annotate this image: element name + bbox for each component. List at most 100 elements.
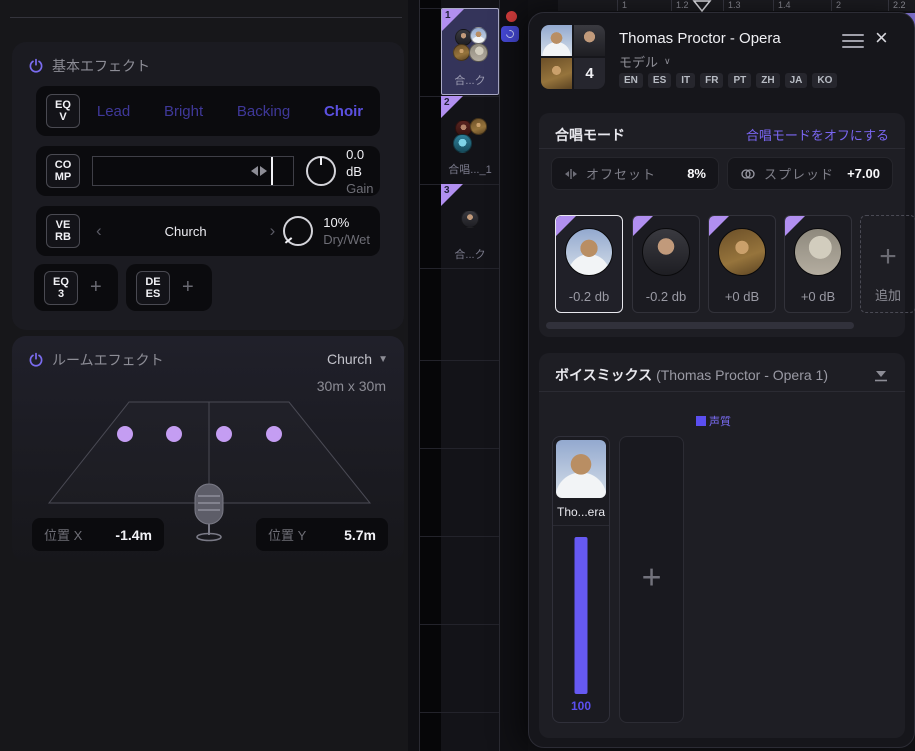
verb-badge: VE RB xyxy=(46,214,80,248)
avatar xyxy=(541,58,572,89)
model-dropdown[interactable]: モデル ∨ xyxy=(619,52,671,71)
divider xyxy=(539,148,905,149)
add-eq3-button[interactable]: EQ 3 + xyxy=(34,264,118,311)
clip-label: 合...ク xyxy=(441,246,499,262)
offset-label: オフセット xyxy=(586,164,679,183)
caret-down-icon: ▼ xyxy=(378,354,388,365)
clip-cell-1[interactable]: 1 合...ク xyxy=(441,8,499,95)
choir-mode-section: 合唱モード 合唱モードをオフにする オフセット 8% スプレッド +7.00 xyxy=(539,113,905,337)
gain-knob[interactable] xyxy=(306,156,336,186)
room-effect-panel: ルームエフェクト Church ▼ 30m x 30m xyxy=(12,336,404,562)
lang-badge: KO xyxy=(812,73,837,88)
menu-icon[interactable] xyxy=(842,34,864,48)
tab-backing[interactable]: Backing xyxy=(237,103,290,120)
panel-title: 基本エフェクト xyxy=(52,56,150,76)
position-y-field[interactable]: 位置 Y 5.7m xyxy=(256,518,388,551)
timbre-legend: 声質 xyxy=(696,413,731,429)
add-mix-voice-button[interactable]: + xyxy=(619,436,684,723)
choir-mode-off-link[interactable]: 合唱モードをオフにする xyxy=(746,125,889,144)
eqv-badge: EQ V xyxy=(46,94,80,128)
spread-icon xyxy=(740,167,756,181)
avatar xyxy=(469,43,488,62)
close-icon[interactable]: × xyxy=(875,27,888,49)
choir-voice-card-3[interactable]: +0 dB xyxy=(708,215,776,313)
badge-text: MP xyxy=(47,171,79,183)
clip-corner-flag xyxy=(785,216,805,236)
comp-threshold-slider[interactable] xyxy=(92,156,294,186)
lang-badge: ZH xyxy=(756,73,779,88)
avatar xyxy=(453,134,472,153)
track-gutter xyxy=(420,0,441,751)
clip-cell-3[interactable]: 3 合...ク xyxy=(441,184,499,268)
lang-badge: PT xyxy=(728,73,751,88)
drywet-knob[interactable] xyxy=(283,216,313,246)
tab-choir[interactable]: Choir xyxy=(324,103,363,120)
ruler-tick: 2.2 xyxy=(893,0,906,10)
mix-voice-name: Tho...era xyxy=(553,505,609,519)
ruler-tick: 2 xyxy=(836,0,841,10)
clip-label: 合...ク xyxy=(442,72,498,88)
add-voice-label: 追加 xyxy=(861,285,915,304)
voice-gain: -0.2 db xyxy=(556,289,622,304)
model-title: Thomas Proctor - Opera xyxy=(619,30,781,47)
ruler-tick: 1.4 xyxy=(778,0,791,10)
horizontal-scrollbar[interactable] xyxy=(546,322,854,329)
record-indicator[interactable] xyxy=(506,11,517,22)
badge-text: DE xyxy=(137,276,169,288)
add-voice-button[interactable]: + 追加 xyxy=(860,215,915,313)
power-icon[interactable] xyxy=(28,58,44,74)
lang-badge: ES xyxy=(648,73,671,88)
position-x-field[interactable]: 位置 X -1.4m xyxy=(32,518,164,551)
timbre-slider[interactable] xyxy=(575,537,588,694)
track-lane: 1 合...ク 2 合唱..._1 3 合...ク xyxy=(408,0,528,751)
legend-swatch xyxy=(696,416,706,426)
ruler-tick: 1.3 xyxy=(728,0,741,10)
badge-text: CO xyxy=(47,159,79,171)
basic-effects-panel: 基本エフェクト EQ V Lead Bright Backing Choir C… xyxy=(12,42,404,330)
badge-text: V xyxy=(47,111,79,123)
playhead-icon[interactable] xyxy=(692,0,712,12)
clip-corner-flag xyxy=(709,216,729,236)
mix-voice-card[interactable]: Tho...era 100 xyxy=(552,436,610,723)
room-size: 30m x 30m xyxy=(317,378,386,394)
reverb-preset[interactable]: Church xyxy=(102,224,270,239)
choir-voice-card-4[interactable]: +0 dB xyxy=(784,215,852,313)
microphone-icon xyxy=(195,484,223,541)
drywet-value: 10% xyxy=(323,214,370,231)
collapse-icon[interactable] xyxy=(873,369,889,387)
spread-value: +7.00 xyxy=(847,166,880,181)
offset-value: 8% xyxy=(687,166,706,181)
choir-voice-card-1[interactable]: -0.2 db xyxy=(555,215,623,313)
chevron-right-icon[interactable]: › xyxy=(270,221,276,241)
spread-control[interactable]: スプレッド +7.00 xyxy=(727,157,893,190)
section-title: ボイスミックス (Thomas Proctor - Opera 1) xyxy=(555,365,828,385)
clip-cell-2[interactable]: 2 合唱..._1 xyxy=(441,96,499,183)
add-deesser-button[interactable]: DE ES + xyxy=(126,264,212,311)
legend-label: 声質 xyxy=(709,413,731,429)
timbre-slider-fill xyxy=(575,537,588,694)
position-y-value: 5.7m xyxy=(344,527,376,543)
badge-text: 3 xyxy=(45,288,77,300)
offset-control[interactable]: オフセット 8% xyxy=(551,157,719,190)
plus-icon: + xyxy=(90,276,102,299)
lang-badge: FR xyxy=(700,73,723,88)
room-preset-dropdown[interactable]: Church ▼ xyxy=(327,351,388,367)
choir-voice-card-2[interactable]: -0.2 db xyxy=(632,215,700,313)
divider xyxy=(10,17,402,18)
badge-text: EQ xyxy=(45,276,77,288)
sync-button[interactable] xyxy=(501,26,519,42)
mix-subtitle: (Thomas Proctor - Opera 1) xyxy=(656,367,828,383)
clip-corner-flag xyxy=(633,216,653,236)
voice-mix-section: ボイスミックス (Thomas Proctor - Opera 1) 声質 Th… xyxy=(539,353,905,738)
model-label: モデル xyxy=(619,52,658,71)
slider-cursor[interactable] xyxy=(271,157,273,185)
avatar xyxy=(541,25,572,56)
eqv-tabs: Lead Bright Backing Choir xyxy=(80,103,380,120)
lang-badge: IT xyxy=(676,73,695,88)
tab-bright[interactable]: Bright xyxy=(164,103,203,120)
power-icon[interactable] xyxy=(28,352,44,368)
clip-label: 合唱..._1 xyxy=(441,161,499,177)
tab-lead[interactable]: Lead xyxy=(97,103,130,120)
spread-label: スプレッド xyxy=(764,164,839,183)
comp-row: CO MP 0.0 dB Gain xyxy=(36,146,380,196)
